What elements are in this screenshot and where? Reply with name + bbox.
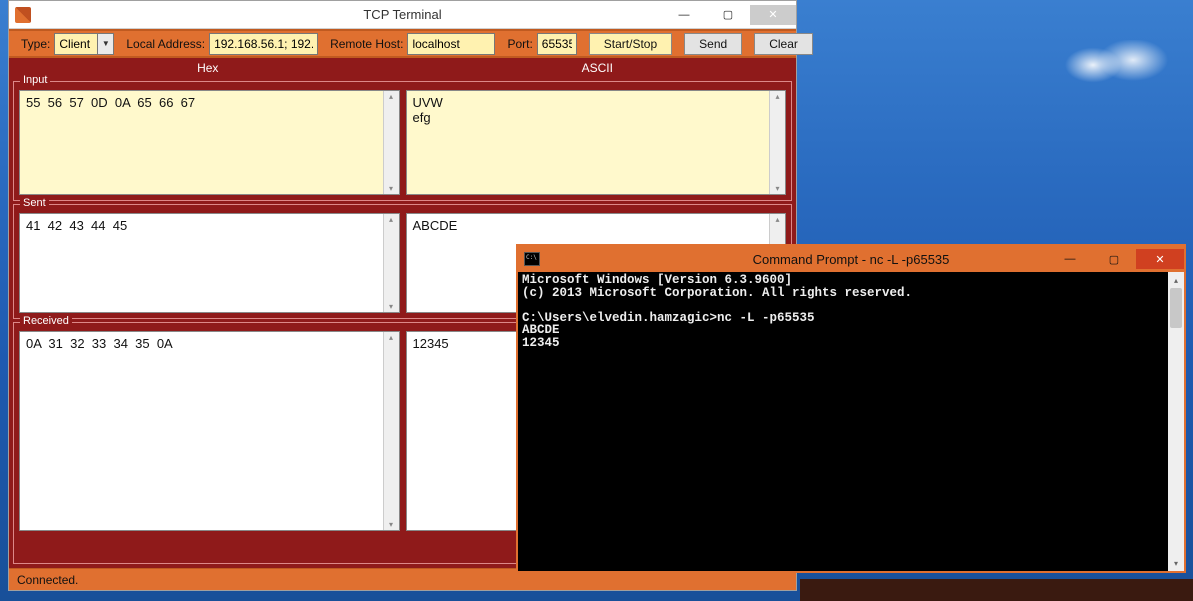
- desktop-cloud: [1063, 40, 1183, 90]
- input-ascii-text[interactable]: UVW efg: [407, 91, 770, 194]
- cmd-scrollbar[interactable]: ▴ ▾: [1168, 272, 1184, 571]
- ascii-column-header: ASCII: [403, 58, 793, 78]
- input-ascii-textbox[interactable]: UVW efg ▴▾: [406, 90, 787, 195]
- scroll-up-icon[interactable]: ▴: [1168, 272, 1184, 288]
- cmd-titlebar[interactable]: Command Prompt - nc -L -p65535 — ▢ ✕: [518, 246, 1184, 272]
- start-stop-button[interactable]: Start/Stop: [589, 33, 672, 55]
- cmd-output[interactable]: Microsoft Windows [Version 6.3.9600] (c)…: [518, 272, 1168, 571]
- scroll-down-icon[interactable]: ▾: [389, 301, 393, 312]
- scrollbar[interactable]: ▴▾: [383, 214, 399, 312]
- tcp-titlebar[interactable]: TCP Terminal — ▢ ✕: [9, 1, 796, 29]
- type-label: Type:: [21, 37, 50, 51]
- input-legend: Input: [20, 74, 50, 86]
- scroll-down-icon[interactable]: ▾: [389, 183, 393, 194]
- scroll-up-icon[interactable]: ▴: [775, 214, 779, 225]
- type-input[interactable]: [54, 33, 98, 55]
- scrollbar[interactable]: ▴▾: [383, 91, 399, 194]
- local-address-label: Local Address:: [126, 37, 205, 51]
- scroll-down-icon[interactable]: ▾: [1168, 555, 1184, 571]
- remote-host-label: Remote Host:: [330, 37, 403, 51]
- send-button[interactable]: Send: [684, 33, 742, 55]
- input-group: Input 55 56 57 0D 0A 65 66 67 ▴▾ UVW efg…: [13, 81, 792, 201]
- received-hex-text: 0A 31 32 33 34 35 0A: [20, 332, 383, 530]
- scroll-thumb[interactable]: [1170, 288, 1182, 328]
- tcp-toolbar: Type: ▼ Local Address: Remote Host: Port…: [9, 29, 796, 58]
- scroll-up-icon[interactable]: ▴: [389, 91, 393, 102]
- scrollbar[interactable]: ▴▾: [769, 91, 785, 194]
- scroll-down-icon[interactable]: ▾: [775, 183, 779, 194]
- close-button[interactable]: ✕: [1136, 249, 1184, 269]
- hex-column-header: Hex: [13, 58, 403, 78]
- cmd-app-icon: [524, 252, 540, 266]
- type-dropdown-icon[interactable]: ▼: [98, 33, 114, 55]
- scroll-down-icon[interactable]: ▾: [389, 519, 393, 530]
- tcp-window-title: TCP Terminal: [363, 7, 441, 22]
- type-combo[interactable]: ▼: [54, 33, 114, 55]
- received-hex-textbox[interactable]: 0A 31 32 33 34 35 0A ▴▾: [19, 331, 400, 531]
- scroll-up-icon[interactable]: ▴: [775, 91, 779, 102]
- close-button[interactable]: ✕: [750, 5, 796, 25]
- remote-host-input[interactable]: [407, 33, 495, 55]
- scrollbar[interactable]: ▴▾: [383, 332, 399, 530]
- cmd-window-title: Command Prompt - nc -L -p65535: [753, 252, 950, 267]
- minimize-button[interactable]: —: [662, 5, 706, 25]
- input-hex-text[interactable]: 55 56 57 0D 0A 65 66 67: [20, 91, 383, 194]
- minimize-button[interactable]: —: [1048, 249, 1092, 269]
- tcp-window-buttons: — ▢ ✕: [662, 5, 796, 25]
- scroll-up-icon[interactable]: ▴: [389, 332, 393, 343]
- command-prompt-window: Command Prompt - nc -L -p65535 — ▢ ✕ Mic…: [516, 244, 1186, 573]
- cmd-body: Microsoft Windows [Version 6.3.9600] (c)…: [518, 272, 1184, 571]
- port-label: Port:: [507, 37, 532, 51]
- received-legend: Received: [20, 315, 72, 327]
- sent-hex-textbox[interactable]: 41 42 43 44 45 ▴▾: [19, 213, 400, 313]
- clear-button[interactable]: Clear: [754, 33, 813, 55]
- maximize-button[interactable]: ▢: [706, 5, 750, 25]
- column-headers: Hex ASCII: [13, 58, 792, 78]
- tcp-app-icon: [15, 7, 31, 23]
- port-input[interactable]: [537, 33, 577, 55]
- status-text: Connected.: [17, 573, 78, 587]
- maximize-button[interactable]: ▢: [1092, 249, 1136, 269]
- cmd-window-buttons: — ▢ ✕: [1048, 249, 1184, 269]
- sent-hex-text: 41 42 43 44 45: [20, 214, 383, 312]
- desktop-taskbar-strip: [800, 579, 1193, 601]
- sent-legend: Sent: [20, 197, 49, 209]
- local-address-input[interactable]: [209, 33, 318, 55]
- scroll-up-icon[interactable]: ▴: [389, 214, 393, 225]
- scroll-track[interactable]: [1168, 328, 1184, 555]
- input-hex-textbox[interactable]: 55 56 57 0D 0A 65 66 67 ▴▾: [19, 90, 400, 195]
